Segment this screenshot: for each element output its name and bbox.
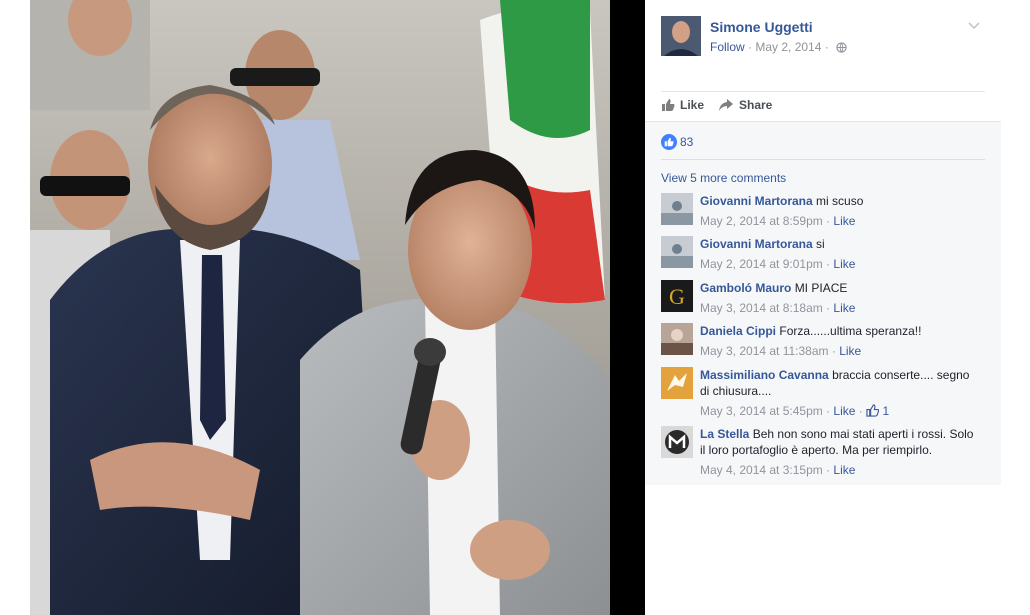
comment-like-link[interactable]: Like: [833, 214, 855, 228]
comment-like-link[interactable]: Like: [833, 463, 855, 477]
comment-like-link[interactable]: Like: [839, 344, 861, 358]
commenter-name[interactable]: Massimiliano Cavanna: [700, 368, 829, 382]
commenter-avatar[interactable]: [661, 426, 693, 458]
comment-time[interactable]: May 4, 2014 at 3:15pm: [700, 463, 823, 477]
globe-icon: [836, 42, 847, 56]
section-border: [645, 121, 1001, 122]
like-label: Like: [680, 98, 705, 112]
commenter-name[interactable]: Giovanni Martorana: [700, 237, 813, 251]
comment-like-link[interactable]: Like: [833, 301, 855, 315]
divider: [661, 91, 985, 92]
photo-image: [30, 0, 645, 615]
post-date[interactable]: May 2, 2014: [755, 40, 821, 54]
like-button[interactable]: Like: [661, 98, 704, 112]
avatar-letter: G: [669, 284, 685, 309]
share-arrow-icon: [718, 98, 734, 112]
commenter-avatar[interactable]: [661, 193, 693, 225]
commenter-avatar[interactable]: [661, 367, 693, 399]
comment-time[interactable]: May 3, 2014 at 8:18am: [700, 301, 823, 315]
commenter-name[interactable]: Gamboló Mauro: [700, 281, 791, 295]
comment-time[interactable]: May 3, 2014 at 5:45pm: [700, 404, 823, 418]
chevron-down-icon[interactable]: [967, 18, 981, 32]
commenter-avatar[interactable]: G: [661, 280, 693, 312]
comment-like-count[interactable]: 1: [882, 404, 889, 418]
comment-like-link[interactable]: Like: [833, 404, 855, 418]
separator-dot: ·: [821, 40, 833, 54]
comment-time[interactable]: May 3, 2014 at 11:38am: [700, 344, 829, 358]
comment-text: si: [816, 237, 825, 251]
author-avatar[interactable]: [661, 16, 701, 56]
reaction-count: 83: [680, 135, 694, 149]
divider: [661, 159, 985, 160]
post-photo[interactable]: [30, 0, 645, 615]
follow-link[interactable]: Follow: [710, 40, 745, 54]
comment-like-link[interactable]: Like: [833, 257, 855, 271]
commenter-avatar[interactable]: [661, 323, 693, 355]
comment-text: MI PIACE: [794, 281, 848, 295]
thumb-up-icon: [661, 98, 675, 112]
view-more-comments[interactable]: View 5 more comments: [661, 171, 786, 185]
commenter-name[interactable]: La Stella: [700, 427, 749, 441]
like-reaction-icon: [661, 134, 677, 150]
comment-text: Forza......ultima speranza!!: [779, 324, 922, 338]
post-meta: Follow · May 2, 2014 ·: [710, 40, 847, 56]
share-button[interactable]: Share: [718, 98, 772, 112]
share-label: Share: [739, 98, 773, 112]
like-count-icon: [866, 404, 880, 421]
author-name[interactable]: Simone Uggetti: [710, 19, 813, 35]
commenter-name[interactable]: Giovanni Martorana: [700, 194, 813, 208]
comment-time[interactable]: May 2, 2014 at 8:59pm: [700, 214, 823, 228]
meta-separator: ·: [744, 40, 756, 54]
commenter-name[interactable]: Daniela Cippi: [700, 324, 776, 338]
commenter-avatar[interactable]: [661, 236, 693, 268]
comment-text: mi scuso: [816, 194, 864, 208]
reaction-summary[interactable]: 83: [661, 134, 693, 150]
comment-time[interactable]: May 2, 2014 at 9:01pm: [700, 257, 823, 271]
